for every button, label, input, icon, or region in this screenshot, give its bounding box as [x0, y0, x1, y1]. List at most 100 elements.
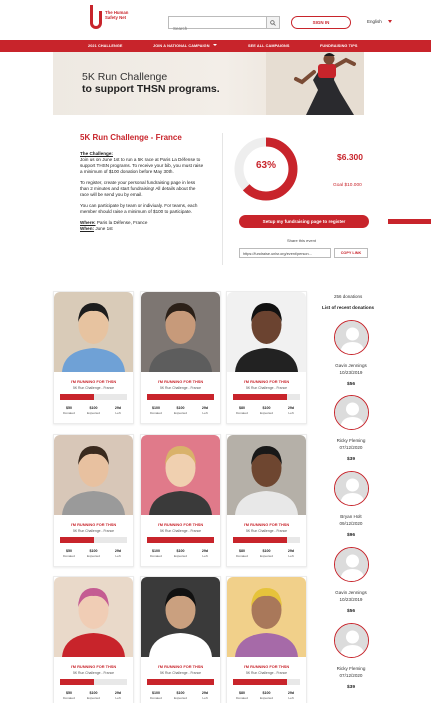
- runner-challenge: 5K Run Challenge - France: [72, 529, 115, 533]
- side-tab[interactable]: [388, 219, 431, 224]
- runner-card[interactable]: I'M RUNNING FOR THSN 5K Run Challenge - F…: [226, 434, 307, 567]
- runner-progress-fill: [147, 537, 214, 543]
- user-icon: [334, 472, 368, 505]
- running-label: I'M RUNNING FOR THSN: [243, 664, 290, 669]
- runner-card[interactable]: I'M RUNNING FOR THSN 5K Run Challenge - F…: [226, 576, 307, 703]
- expected-value: $100: [89, 549, 98, 553]
- donated-label: Donated: [63, 554, 75, 558]
- expected-value: $100: [89, 691, 98, 695]
- runner-stats: $50 Donated $100 Expected 29d Left: [58, 691, 129, 700]
- donated-label: Donated: [236, 411, 248, 415]
- nav-item-fundraising-tips[interactable]: FUNDRAISING TIPS: [320, 44, 357, 48]
- donation-item: Bryan Holt 09/12/2020 $96: [312, 471, 390, 538]
- runner-card[interactable]: I'M RUNNING FOR THSN 5K Run Challenge - F…: [53, 434, 134, 567]
- sign-in-button[interactable]: SIGN IN: [291, 16, 351, 29]
- donated-value: $50: [66, 691, 72, 695]
- runner-stats: $80 Donated $100 Expected 29d Left: [231, 549, 302, 558]
- runner-card[interactable]: I'M RUNNING FOR THSN 5K Run Challenge - F…: [140, 434, 221, 567]
- donated-value: $50: [66, 406, 72, 410]
- banner-title: 5K Run Challenge: [82, 71, 168, 83]
- donation-count: 256 donations: [334, 294, 363, 299]
- search-button[interactable]: [266, 17, 279, 28]
- runner-progress-fill: [60, 537, 94, 543]
- runner-photo: [54, 577, 133, 657]
- days-left-label: Left: [288, 696, 294, 700]
- search-input[interactable]: [169, 23, 265, 34]
- runner-card[interactable]: I'M RUNNING FOR THSN 5K Run Challenge - F…: [53, 291, 134, 424]
- runner-progress-bar: [147, 679, 214, 685]
- runner-card[interactable]: I'M RUNNING FOR THSN 5K Run Challenge - F…: [140, 291, 221, 424]
- donated-label: Donated: [236, 696, 248, 700]
- donation-amount: $56: [346, 382, 355, 387]
- runner-progress-bar: [233, 679, 300, 685]
- runner-card[interactable]: I'M RUNNING FOR THSN 5K Run Challenge - F…: [140, 576, 221, 703]
- expected-label: Expected: [87, 696, 100, 700]
- runner-challenge: 5K Run Challenge - France: [72, 671, 115, 675]
- days-left-value: 29d: [287, 691, 295, 695]
- runner-photo: [227, 292, 306, 372]
- days-left-label: Left: [115, 696, 121, 700]
- runner-progress-fill: [147, 394, 214, 400]
- nav-item-2021-challenge[interactable]: 2021 CHALLENGE: [88, 44, 123, 48]
- days-left-value: 29d: [114, 691, 122, 695]
- runner-progress-fill: [60, 679, 94, 685]
- user-icon: [334, 548, 368, 581]
- runner-stats: $50 Donated $100 Expected 29d Left: [58, 406, 129, 415]
- divider: [222, 133, 223, 265]
- expected-value: $100: [262, 691, 271, 695]
- runner-card[interactable]: I'M RUNNING FOR THSN 5K Run Challenge - F…: [53, 576, 134, 703]
- days-left-value: 29d: [201, 549, 209, 553]
- running-label: I'M RUNNING FOR THSN: [157, 522, 204, 527]
- main-nav: 2021 CHALLENGE JOIN A NATIONAL CAMPAIGN …: [0, 40, 431, 52]
- expected-label: Expected: [87, 554, 100, 558]
- expected-value: $100: [262, 549, 271, 553]
- runner-progress-fill: [233, 537, 287, 543]
- runner-progress-bar: [233, 394, 300, 400]
- donated-value: $50: [66, 549, 72, 553]
- logo[interactable]: The Human Safety Net: [90, 5, 132, 35]
- days-left-label: Left: [202, 696, 208, 700]
- where-label: Where:: [80, 220, 96, 225]
- days-left-value: 29d: [114, 406, 122, 410]
- nav-chevron-down-icon[interactable]: [213, 44, 217, 46]
- days-left-value: 29d: [114, 549, 122, 553]
- expected-label: Expected: [174, 554, 187, 558]
- days-left-label: Left: [288, 554, 294, 558]
- runner-card[interactable]: I'M RUNNING FOR THSN 5K Run Challenge - F…: [226, 291, 307, 424]
- runner-challenge: 5K Run Challenge - France: [159, 671, 202, 675]
- when-label: When:: [80, 226, 95, 231]
- nav-item-all-campaigns[interactable]: SEE ALL CAMPAIGNS: [248, 44, 290, 48]
- share-url-field[interactable]: https://fundraise.unlsr.org/event/person…: [239, 248, 331, 258]
- expected-label: Expected: [174, 696, 187, 700]
- donated-value: $80: [239, 691, 245, 695]
- avatar: [333, 471, 369, 506]
- days-left-label: Left: [202, 411, 208, 415]
- donation-amount: $39: [346, 457, 355, 462]
- setup-fundraising-button[interactable]: Setup my fundraising page to register: [239, 215, 369, 228]
- runner-challenge: 5K Run Challenge - France: [245, 529, 288, 533]
- nav-item-join-campaign[interactable]: JOIN A NATIONAL CAMPAIGN: [153, 44, 210, 48]
- donor-name: Gavin Jennings: [335, 590, 367, 595]
- logo-text: The Human Safety Net: [105, 10, 129, 20]
- donated-value: $80: [239, 406, 245, 410]
- donation-date: 10/23/2019: [339, 597, 363, 602]
- donated-value: $100: [152, 549, 160, 553]
- donated-value: $80: [239, 549, 245, 553]
- runner-photo: [141, 292, 220, 372]
- language-selector[interactable]: English: [367, 19, 382, 24]
- donor-name: Ricky Fleming: [336, 666, 366, 671]
- runner-progress-bar: [60, 679, 127, 685]
- copy-link-button[interactable]: COPY LINK: [334, 248, 368, 258]
- days-left-value: 29d: [287, 549, 295, 553]
- runner-progress-bar: [147, 394, 214, 400]
- user-icon: [334, 624, 368, 657]
- chevron-down-icon[interactable]: [388, 20, 392, 23]
- search-box: [168, 16, 280, 34]
- runner-challenge: 5K Run Challenge - France: [245, 671, 288, 675]
- runner-progress-bar: [60, 394, 127, 400]
- runner-challenge: 5K Run Challenge - France: [159, 386, 202, 390]
- days-left-label: Left: [288, 411, 294, 415]
- donated-label: Donated: [150, 554, 162, 558]
- logo-mark-icon: [90, 5, 102, 29]
- challenge-heading: The Challenge:: [80, 151, 113, 156]
